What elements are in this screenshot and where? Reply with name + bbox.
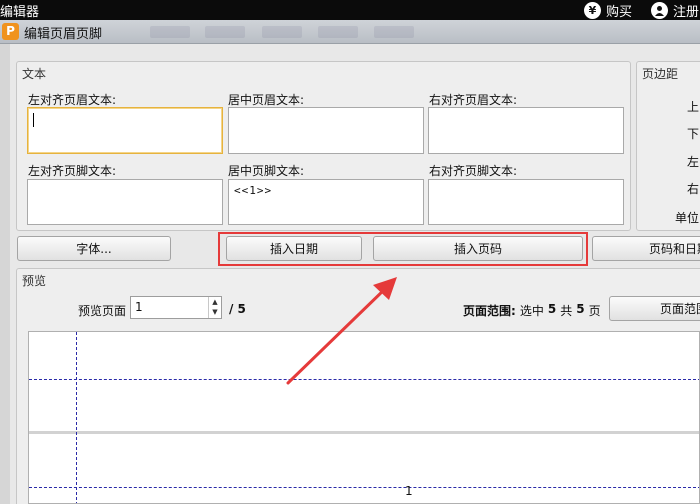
register-button[interactable]: 注册: [651, 1, 699, 20]
user-icon: [651, 2, 668, 19]
blurred-menu-item: [262, 26, 302, 38]
buy-label: 购买: [606, 5, 633, 20]
dialog-title: 编辑页眉页脚: [24, 27, 103, 42]
annotation-arrow: [286, 277, 397, 385]
register-label: 注册: [673, 5, 700, 20]
blurred-menu-item: [205, 26, 245, 38]
app-name: 编辑器: [0, 5, 40, 20]
blurred-menu-item: [374, 26, 414, 38]
dialog-title-bar: P 编辑页眉页脚: [0, 20, 700, 44]
app-logo-icon: P: [2, 23, 19, 40]
yen-icon: ¥: [584, 2, 601, 19]
blurred-menu-item: [318, 26, 358, 38]
blurred-menu-item: [150, 26, 190, 38]
top-bar: 编辑器 ¥ 购买 注册: [0, 0, 700, 20]
header-footer-dialog: 文本 左对齐页眉文本: 居中页眉文本: 右对齐页眉文本: 左对齐页脚文本: 居中…: [0, 44, 700, 504]
buy-button[interactable]: ¥ 购买: [584, 1, 632, 20]
